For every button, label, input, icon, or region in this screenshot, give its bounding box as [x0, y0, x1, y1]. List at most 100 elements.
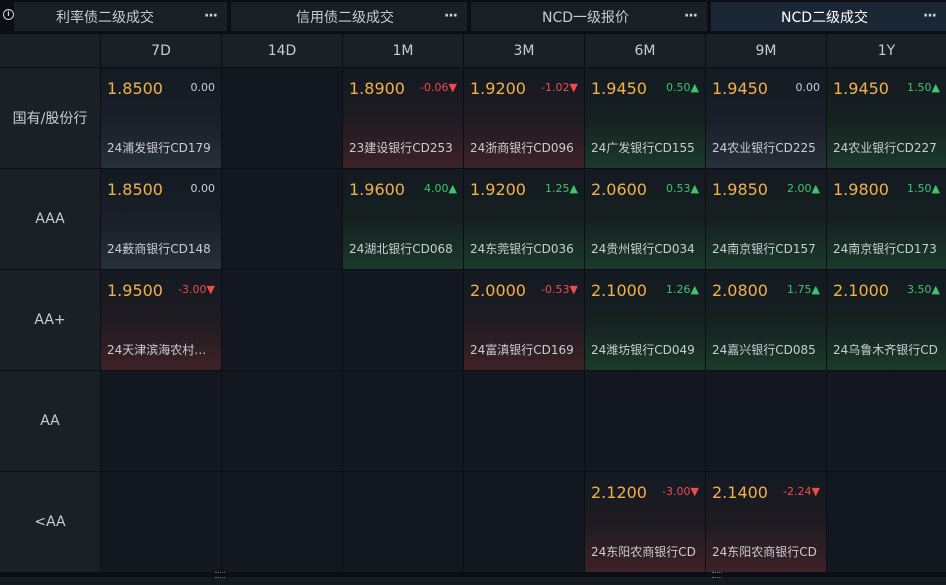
yield-price: 2.1200: [591, 483, 647, 502]
bond-name: 24嘉兴银行CD085: [712, 343, 816, 357]
empty-cell: [222, 270, 342, 370]
empty-cell: [706, 371, 826, 471]
quote-cell[interactable]: 1.9850 2.00▲ 24南京银行CD157: [706, 169, 826, 269]
more-icon[interactable]: ···: [684, 8, 698, 24]
bond-name: 24贵州银行CD034: [591, 242, 695, 256]
yield-change: 1.50▲: [907, 182, 940, 195]
resize-grip[interactable]: [215, 572, 225, 578]
row-label: 国有/股份行: [0, 68, 100, 168]
quote-cell[interactable]: 1.9450 1.50▲ 24农业银行CD227: [827, 68, 946, 168]
quote-cell[interactable]: 1.9600 4.00▲ 24湖北银行CD068: [343, 169, 463, 269]
quote-cell[interactable]: 1.8500 0.00 24浦发银行CD179: [101, 68, 221, 168]
bond-name: 24南京银行CD157: [712, 242, 816, 256]
yield-price: 1.9850: [712, 180, 768, 199]
quote-cell[interactable]: 2.1000 1.26▲ 24潍坊银行CD049: [585, 270, 705, 370]
quote-cell[interactable]: 1.9450 0.00 24农业银行CD225: [706, 68, 826, 168]
column-header[interactable]: 1M: [343, 34, 463, 67]
quote-cell[interactable]: 2.0600 0.53▲ 24贵州银行CD034: [585, 169, 705, 269]
empty-cell: [827, 472, 946, 572]
yield-change: 1.50▲: [907, 81, 940, 94]
resize-grip[interactable]: [712, 572, 722, 578]
yield-price: 2.1000: [591, 281, 647, 300]
yield-change: 0.00: [190, 81, 216, 94]
empty-cell: [101, 472, 221, 572]
yield-change: -3.00▼: [662, 485, 699, 498]
column-header[interactable]: 3M: [464, 34, 584, 67]
bond-name: 24薮商银行CD148: [107, 242, 211, 256]
yield-price: 1.9200: [470, 180, 526, 199]
empty-cell: [222, 169, 342, 269]
yield-price: 2.0000: [470, 281, 526, 300]
empty-cell: [343, 270, 463, 370]
more-icon[interactable]: ···: [444, 8, 458, 24]
corner-cell: [0, 34, 100, 67]
bond-name: 24东阳农商银行CD: [712, 545, 817, 559]
yield-change: 4.00▲: [424, 182, 457, 195]
yield-change: 1.25▲: [545, 182, 578, 195]
yield-price: 1.8500: [107, 79, 163, 98]
empty-cell: [101, 371, 221, 471]
info-icon[interactable]: i: [3, 9, 14, 20]
yield-price: 1.9600: [349, 180, 405, 199]
yield-change: 2.00▲: [787, 182, 820, 195]
yield-price: 1.9450: [591, 79, 647, 98]
column-header[interactable]: 7D: [101, 34, 221, 67]
quote-cell[interactable]: 2.0800 1.75▲ 24嘉兴银行CD085: [706, 270, 826, 370]
tab-bar: i 利率债二级成交 ··· 信用债二级成交 ··· NCD一级报价 ··· NC…: [0, 0, 946, 33]
yield-price: 2.0800: [712, 281, 768, 300]
bond-name: 24潍坊银行CD049: [591, 343, 695, 357]
empty-cell: [464, 472, 584, 572]
empty-cell: [222, 68, 342, 168]
quote-cell[interactable]: 1.9450 0.50▲ 24广发银行CD155: [585, 68, 705, 168]
tab-ncd-primary-quote[interactable]: NCD一级报价 ···: [471, 2, 707, 31]
quote-cell[interactable]: 1.8900 -0.06▼ 23建设银行CD253: [343, 68, 463, 168]
empty-cell: [827, 371, 946, 471]
tab-credit-bond-secondary[interactable]: 信用债二级成交 ···: [231, 2, 467, 31]
quote-cell[interactable]: 1.9800 1.50▲ 24南京银行CD173: [827, 169, 946, 269]
more-icon[interactable]: ···: [204, 8, 218, 24]
quote-cell[interactable]: 2.1400 -2.24▼ 24东阳农商银行CD: [706, 472, 826, 572]
tab-label: NCD二级成交: [781, 9, 869, 26]
column-header[interactable]: 14D: [222, 34, 342, 67]
row-label: <AA: [0, 472, 100, 572]
quote-cell[interactable]: 2.0000 -0.53▼ 24富滇银行CD169: [464, 270, 584, 370]
bond-name: 23建设银行CD253: [349, 141, 453, 155]
quote-cell[interactable]: 1.9500 -3.00▼ 24天津滨海农村商业银行CD: [101, 270, 221, 370]
quote-cell[interactable]: 2.1200 -3.00▼ 24东阳农商银行CD: [585, 472, 705, 572]
yield-change: 3.50▲: [907, 283, 940, 296]
tab-rate-bond-secondary[interactable]: 利率债二级成交 ···: [14, 2, 227, 31]
yield-price: 1.8900: [349, 79, 405, 98]
tab-label: NCD一级报价: [542, 9, 630, 26]
bond-name: 24农业银行CD225: [712, 141, 816, 155]
bond-name: 24湖北银行CD068: [349, 242, 453, 256]
empty-cell: [343, 472, 463, 572]
yield-change: 1.26▲: [666, 283, 699, 296]
yield-change: 0.00: [190, 182, 216, 195]
row-label: AA: [0, 371, 100, 471]
yield-price: 1.9450: [712, 79, 768, 98]
more-icon[interactable]: ···: [923, 8, 937, 24]
tab-ncd-secondary[interactable]: NCD二级成交 ···: [711, 2, 946, 31]
quote-cell[interactable]: 2.1000 3.50▲ 24乌鲁木齐银行CD: [827, 270, 946, 370]
quote-cell[interactable]: 1.8500 0.00 24薮商银行CD148: [101, 169, 221, 269]
quote-cell[interactable]: 1.9200 1.25▲ 24东莞银行CD036: [464, 169, 584, 269]
column-header[interactable]: 1Y: [827, 34, 946, 67]
yield-price: 1.8500: [107, 180, 163, 199]
yield-price: 1.9450: [833, 79, 889, 98]
column-header[interactable]: 6M: [585, 34, 705, 67]
empty-cell: [464, 371, 584, 471]
bond-name: 24乌鲁木齐银行CD: [833, 343, 938, 357]
empty-cell: [222, 472, 342, 572]
yield-price: 1.9200: [470, 79, 526, 98]
yield-change: -2.24▼: [783, 485, 820, 498]
yield-price: 1.9500: [107, 281, 163, 300]
bond-name: 24东莞银行CD036: [470, 242, 574, 256]
quote-cell[interactable]: 1.9200 -1.02▼ 24浙商银行CD096: [464, 68, 584, 168]
column-header[interactable]: 9M: [706, 34, 826, 67]
tab-label: 信用债二级成交: [296, 9, 394, 26]
footer-strip: [0, 577, 946, 585]
yield-price: 2.1400: [712, 483, 768, 502]
yield-change: -3.00▼: [178, 283, 215, 296]
yield-price: 2.1000: [833, 281, 889, 300]
footer-bar: [0, 572, 946, 585]
